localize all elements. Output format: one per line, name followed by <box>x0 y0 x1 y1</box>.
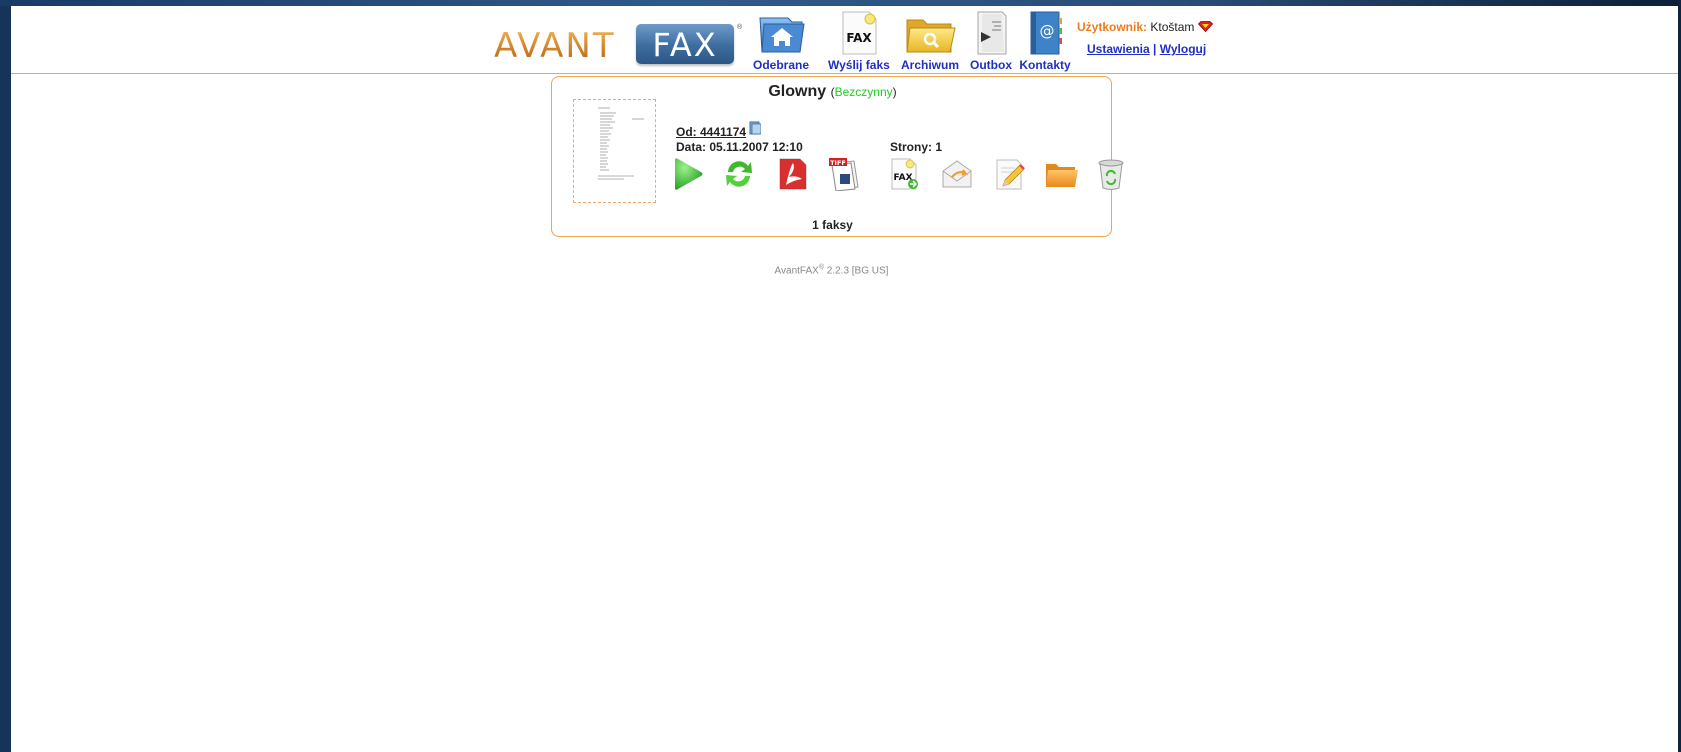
svg-text:FAX: FAX <box>846 31 872 45</box>
nav-label-contacts: Kontakty <box>1019 58 1071 72</box>
nav-label-outbox: Outbox <box>970 58 1012 72</box>
fax-pages: Strony: 1 <box>890 140 943 154</box>
svg-text:@: @ <box>1040 22 1055 40</box>
archive-folder-icon[interactable] <box>1043 157 1079 191</box>
pdf-icon[interactable] <box>774 157 810 191</box>
page: AVANT FAX ® Odebrane FAX Wyślij faks Arc… <box>11 6 1678 752</box>
nav-send-fax[interactable]: FAX Wyślij faks <box>828 10 890 72</box>
email-icon[interactable] <box>939 157 975 191</box>
logo-fax-box: FAX <box>636 24 734 64</box>
fax-thumbnail[interactable] <box>573 99 656 203</box>
user-name: Ktoštam <box>1150 20 1195 34</box>
modem-status-wrap: (Bezczynny) <box>831 85 897 99</box>
modem-name: Glowny <box>768 83 827 100</box>
header: AVANT FAX ® Odebrane FAX Wyślij faks Arc… <box>11 6 1678 74</box>
nav-label-send-fax: Wyślij faks <box>828 58 890 72</box>
footer-version: 2.2.3 [BG US] <box>823 265 889 277</box>
user-panel: Użytkownik: Ktoštam Ustawienia | Wyloguj <box>1077 20 1237 56</box>
nav-label-inbox: Odebrane <box>753 58 810 72</box>
user-links: Ustawienia | Wyloguj <box>1077 42 1237 56</box>
send-fax-icon: FAX <box>842 11 877 55</box>
fax-from: Od: 4441174 <box>676 121 762 139</box>
fax-date: Data: 05.11.2007 12:10 <box>676 140 803 154</box>
fax-from-link[interactable]: Od: 4441174 <box>676 125 746 139</box>
user-line: Użytkownik: Ktoštam <box>1077 20 1237 34</box>
svg-text:TIFF: TIFF <box>830 159 846 167</box>
play-icon[interactable] <box>669 157 705 191</box>
edit-note-icon[interactable] <box>991 157 1027 191</box>
avantfax-logo: AVANT FAX ® <box>494 18 746 68</box>
fax-panel: Glowny (Bezczynny) Od: 4441174 Data: 05.… <box>551 76 1124 237</box>
user-label: Użytkownik: <box>1077 20 1148 34</box>
archive-folder-icon <box>906 19 956 53</box>
tiff-icon[interactable]: TIFF <box>826 157 862 191</box>
fax-page-preview-icon <box>598 107 644 180</box>
nav-inbox[interactable]: Odebrane <box>753 10 809 72</box>
inbox-home-icon <box>759 17 805 53</box>
nav-label-archive: Archiwum <box>901 58 960 72</box>
footer: AvantFAX® 2.2.3 [BG US] <box>551 264 1112 276</box>
nav-archive[interactable]: Archiwum <box>901 10 959 72</box>
logo-avant-text: AVANT <box>494 26 616 66</box>
contacts-book-icon: @ <box>1030 11 1062 55</box>
settings-link[interactable]: Ustawienia <box>1087 42 1150 56</box>
superman-shield-icon <box>1197 21 1213 33</box>
resend-fax-icon[interactable]: FAX <box>886 157 922 191</box>
status-paren-close: ) <box>892 85 897 99</box>
fax-count: 1 faksy <box>812 218 853 232</box>
logo-registered-mark: ® <box>737 24 743 31</box>
refresh-icon[interactable] <box>721 157 757 191</box>
trash-icon[interactable] <box>1094 157 1130 191</box>
links-separator: | <box>1153 42 1157 56</box>
contact-card-icon[interactable] <box>749 121 762 135</box>
modem-status: Bezczynny <box>834 85 893 99</box>
logo-fax-text: FAX <box>652 26 718 64</box>
logout-link[interactable]: Wyloguj <box>1160 42 1206 56</box>
nav-outbox[interactable]: Outbox <box>964 10 1018 72</box>
footer-app: AvantFAX <box>774 265 819 277</box>
outbox-icon <box>977 11 1007 55</box>
nav-contacts[interactable]: @ Kontakty <box>1018 10 1072 72</box>
